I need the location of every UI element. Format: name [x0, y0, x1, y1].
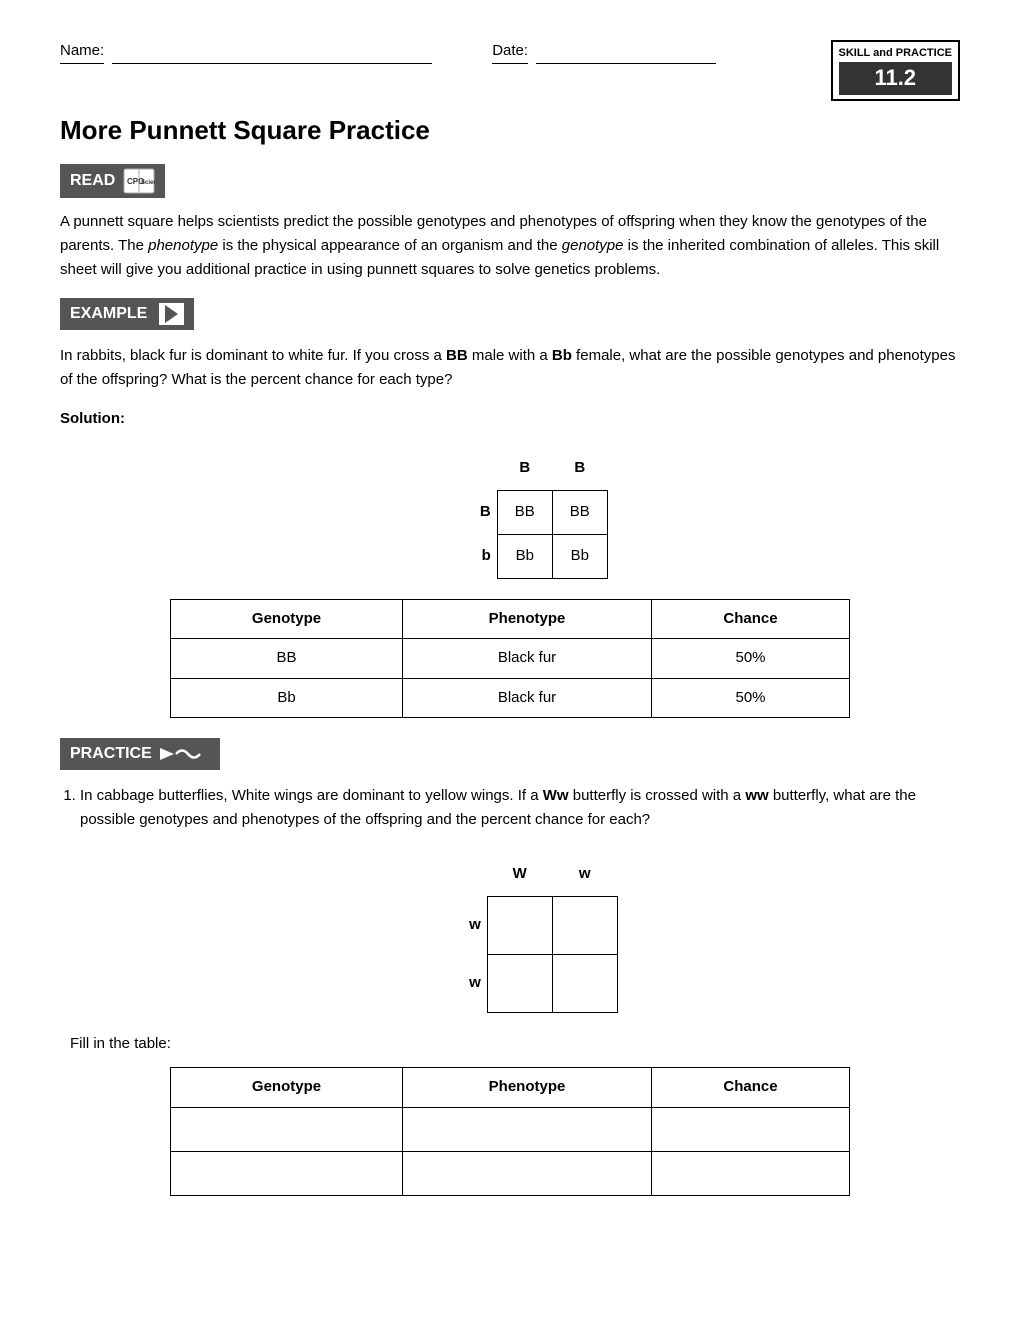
practice-punnett-cell-2-2[interactable] — [552, 954, 617, 1012]
practice-list: In cabbage butterflies, White wings are … — [60, 784, 960, 832]
name-label: Name: — [60, 40, 104, 64]
example-phenotype-1: Black fur — [403, 639, 652, 679]
fill-text: Fill in the table: — [70, 1033, 960, 1056]
page-title: More Punnett Square Practice — [60, 111, 960, 150]
practice-section: In cabbage butterflies, White wings are … — [60, 784, 960, 832]
punnett-cell-2-2: Bb — [552, 534, 607, 578]
example-punnett-table: B B B BB BB b Bb Bb — [442, 446, 608, 579]
example-chance-1: 50% — [652, 639, 850, 679]
name-field: Name: — [60, 40, 432, 64]
skill-line1: SKILL and — [839, 47, 893, 59]
practice-genotype-1[interactable] — [171, 1107, 403, 1151]
practice-chance-2[interactable] — [652, 1151, 850, 1195]
practice-punnett-row-label-2: w — [432, 954, 487, 1012]
practice-data-table: Genotype Phenotype Chance — [170, 1067, 850, 1196]
practice-punnett-table: W w w w — [432, 852, 618, 1013]
example-punnett-container: B B B BB BB b Bb Bb — [60, 446, 960, 579]
practice-punnett-cell-1-1[interactable] — [487, 896, 552, 954]
book-icon: CPO Science — [123, 168, 155, 194]
punnett-header-row: B B — [442, 446, 607, 490]
practice-phenotype-2[interactable] — [403, 1151, 652, 1195]
header-fields: Name: Date: — [60, 40, 831, 64]
example-table-row-2: Bb Black fur 50% — [171, 678, 850, 718]
date-label: Date: — [492, 40, 528, 64]
example-arrow-icon — [159, 303, 184, 325]
practice-chance-1[interactable] — [652, 1107, 850, 1151]
practice-label: PRACTICE — [70, 742, 152, 766]
practice-col-phenotype: Phenotype — [403, 1068, 652, 1108]
practice-punnett-row-1: w — [432, 896, 617, 954]
punnett-row-2: b Bb Bb — [442, 534, 607, 578]
skill-line2: PRACTICE — [896, 47, 952, 59]
punnett-cell-1-2: BB — [552, 490, 607, 534]
example-genotype-2: Bb — [171, 678, 403, 718]
practice-punnett-row-label-1: w — [432, 896, 487, 954]
read-banner: READ CPO Science — [60, 164, 165, 198]
practice-item-1: In cabbage butterflies, White wings are … — [80, 784, 960, 832]
punnett-row-1: B BB BB — [442, 490, 607, 534]
example-label: EXAMPLE — [70, 302, 147, 326]
practice-table-row-2 — [171, 1151, 850, 1195]
punnett-col-header-1: B — [497, 446, 552, 490]
practice-punnett-row-2: w — [432, 954, 617, 1012]
skill-badge: SKILL and PRACTICE 11.2 — [831, 40, 961, 101]
practice-punnett-container: W w w w — [60, 852, 960, 1013]
punnett-empty-corner — [442, 446, 497, 490]
example-col-genotype: Genotype — [171, 599, 403, 639]
practice-punnett-header-row: W w — [432, 852, 617, 896]
punnett-row-label-2: b — [442, 534, 497, 578]
solution-label: Solution: — [60, 408, 960, 431]
practice-col-genotype: Genotype — [171, 1068, 403, 1108]
example-genotype-1: BB — [171, 639, 403, 679]
punnett-col-header-2: B — [552, 446, 607, 490]
example-table-header-row: Genotype Phenotype Chance — [171, 599, 850, 639]
practice-punnett-col-1: W — [487, 852, 552, 896]
name-line — [112, 40, 432, 64]
practice-table-header-row: Genotype Phenotype Chance — [171, 1068, 850, 1108]
practice-punnett-cell-1-2[interactable] — [552, 896, 617, 954]
example-data-table: Genotype Phenotype Chance BB Black fur 5… — [170, 599, 850, 719]
practice-icon — [160, 743, 210, 765]
date-field: Date: — [492, 40, 716, 64]
intro-text: A punnett square helps scientists predic… — [60, 210, 960, 282]
practice-banner: PRACTICE — [60, 738, 220, 770]
practice-col-chance: Chance — [652, 1068, 850, 1108]
example-banner: EXAMPLE — [60, 298, 194, 330]
punnett-row-label-1: B — [442, 490, 497, 534]
example-col-phenotype: Phenotype — [403, 599, 652, 639]
example-text: In rabbits, black fur is dominant to whi… — [60, 344, 960, 392]
practice-punnett-col-2: w — [552, 852, 617, 896]
practice-genotype-2[interactable] — [171, 1151, 403, 1195]
svg-text:Science: Science — [141, 180, 155, 186]
date-line — [536, 40, 716, 64]
practice-table-row-1 — [171, 1107, 850, 1151]
example-col-chance: Chance — [652, 599, 850, 639]
practice-punnett-corner — [432, 852, 487, 896]
punnett-cell-2-1: Bb — [497, 534, 552, 578]
example-phenotype-2: Black fur — [403, 678, 652, 718]
practice-phenotype-1[interactable] — [403, 1107, 652, 1151]
read-label: READ — [70, 169, 115, 193]
example-chance-2: 50% — [652, 678, 850, 718]
skill-number: 11.2 — [839, 62, 953, 95]
punnett-cell-1-1: BB — [497, 490, 552, 534]
page-header: Name: Date: SKILL and PRACTICE 11.2 — [60, 40, 960, 101]
practice-punnett-cell-2-1[interactable] — [487, 954, 552, 1012]
example-table-row-1: BB Black fur 50% — [171, 639, 850, 679]
